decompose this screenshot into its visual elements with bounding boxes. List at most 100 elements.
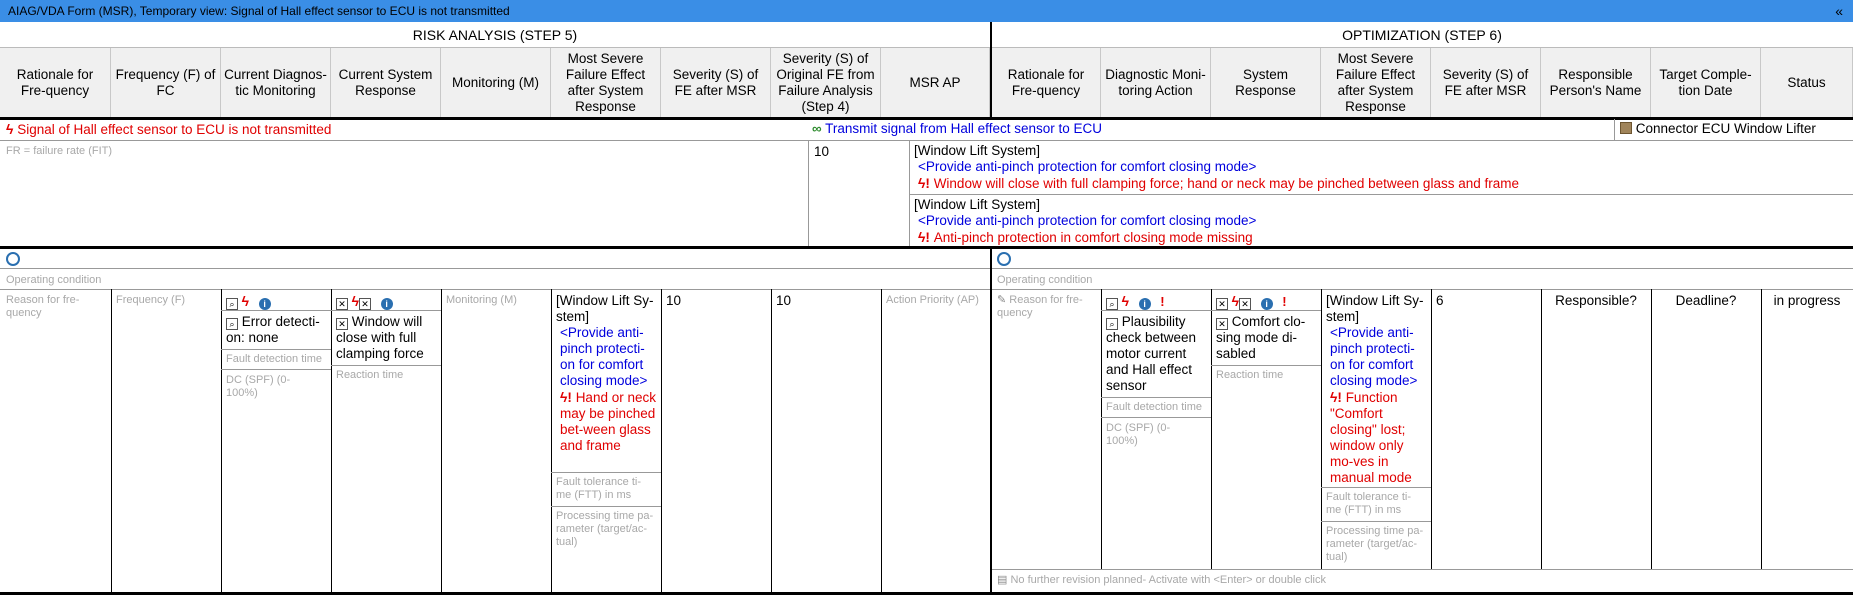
info-icon[interactable]: i [1138, 298, 1151, 310]
reaction-time-field[interactable]: Reaction time [336, 369, 438, 382]
search-icon: ⌕ [1106, 318, 1118, 330]
failure-cause-row[interactable]: ϟ Signal of Hall effect sensor to ECU is… [6, 121, 806, 139]
close-box-icon: ✕ [336, 298, 348, 310]
opt-fault-detection-time-field[interactable]: Fault detection time [1106, 401, 1208, 414]
dc-spf-field[interactable]: DC (SPF) (0-100%) [226, 374, 316, 400]
col-header-opt-system-response[interactable]: System Response [1211, 48, 1321, 118]
col-header-opt-most-severe-effect[interactable]: Most Severe Failure Effect after System … [1321, 48, 1431, 118]
frequency-field[interactable]: Frequency (F) [116, 294, 216, 307]
col-header-status[interactable]: Status [1761, 48, 1853, 118]
opt-system-response-cell[interactable]: ✕ Comfort clo-sing mode di-sabled [1216, 314, 1318, 362]
search-icon: ⌕ [226, 318, 238, 330]
monitoring-field[interactable]: Monitoring (M) [446, 294, 546, 307]
warning-icon[interactable]: ! [1160, 294, 1164, 309]
risk-analysis-header: RISK ANALYSIS (STEP 5) [0, 22, 990, 48]
col-header-severity-original[interactable]: Severity (S) of Original FE from Failure… [771, 48, 881, 118]
col-header-system-response[interactable]: Current System Response [331, 48, 441, 118]
col-header-most-severe-effect[interactable]: Most Severe Failure Effect after System … [551, 48, 661, 118]
effect-2-system: [Window Lift System] [914, 197, 1041, 212]
target-date-value[interactable]: Deadline? [1651, 293, 1761, 309]
failure-effect-2[interactable]: [Window Lift System] <Provide anti-pinch… [914, 197, 1849, 246]
info-icon[interactable]: i [1260, 298, 1273, 310]
col-header-monitoring[interactable]: Monitoring (M) [441, 48, 551, 118]
opt-processing-time-field[interactable]: Processing time pa-rameter (target/ac-tu… [1326, 525, 1426, 564]
opt-diagnostic-text: Plausibility check between motor current… [1106, 314, 1197, 393]
search-icon: ⌕ [226, 298, 238, 310]
pencil-icon: ✎ [997, 294, 1007, 306]
operating-condition-risk[interactable]: Operating condition [6, 274, 101, 287]
effect-1-failure: Window will close with full clamping for… [933, 176, 1519, 191]
current-diagnostic-cell[interactable]: ⌕ Error detecti-on: none [226, 314, 328, 346]
lightning-icon: ϟ [241, 293, 250, 309]
close-box-icon: ✕ [336, 318, 348, 330]
opt-dc-spf-field[interactable]: DC (SPF) (0-100%) [1106, 422, 1196, 448]
failure-cause-text: Signal of Hall effect sensor to ECU is n… [17, 122, 332, 137]
clipboard-icon: ▤ [997, 574, 1008, 586]
close-box-icon: ✕ [1216, 318, 1228, 330]
reason-for-frequency-field[interactable]: Reason for fre-quency [6, 294, 106, 320]
warning-icon: ! [1337, 390, 1342, 405]
opt-reaction-time-field[interactable]: Reaction time [1216, 369, 1318, 382]
link-icon: ∞ [812, 121, 822, 136]
opt-effect-function: <Provide anti-pinch protecti-on for comf… [1330, 325, 1418, 388]
current-system-response-cell[interactable]: ✕ Window will close with full clamping f… [336, 314, 438, 362]
system-response-text: Window will close with full clamping for… [336, 314, 424, 361]
fault-detection-time-field[interactable]: Fault detection time [226, 353, 328, 366]
opt-effect-system: [Window Lift Sy-stem] [1326, 293, 1424, 324]
col-header-rationale[interactable]: Rationale for Fre-quency [0, 48, 111, 118]
steering-wheel-icon [6, 252, 20, 266]
collapse-icon[interactable]: « [1835, 0, 1843, 22]
opt-severity-value[interactable]: 6 [1436, 293, 1536, 309]
component-icon [1620, 122, 1632, 134]
severity-original-value[interactable]: 10 [776, 293, 876, 309]
diagnostic-text: Error detecti-on: none [226, 314, 320, 345]
processing-time-field[interactable]: Processing time pa-rameter (target/ac-tu… [556, 510, 656, 549]
status-value[interactable]: in progress [1761, 293, 1853, 309]
warning-icon[interactable]: ! [1282, 294, 1286, 309]
element-row[interactable]: Connector ECU Window Lifter [1620, 121, 1852, 139]
function-row[interactable]: ∞ Transmit signal from Hall effect senso… [812, 121, 1612, 139]
effect-1-system: [Window Lift System] [914, 143, 1041, 158]
col-header-opt-rationale[interactable]: Rationale for Fre-quency [990, 48, 1101, 118]
lightning-icon: ϟ [1231, 293, 1240, 309]
col-header-severity-msr[interactable]: Severity (S) of FE after MSR [661, 48, 771, 118]
ftt-field[interactable]: Fault tolerance ti-me (FTT) in ms [556, 476, 656, 502]
warning-icon: ! [567, 390, 572, 405]
steering-wheel-icon [997, 252, 1011, 266]
info-icon[interactable]: i [258, 298, 271, 310]
lightning-icon: ϟ [351, 293, 360, 309]
effect-function: <Provide anti-pinch protecti-on for comf… [560, 325, 648, 388]
function-text: Transmit signal from Hall effect sensor … [825, 121, 1102, 136]
col-header-msr-ap[interactable]: MSR AP [881, 48, 990, 118]
action-priority-field[interactable]: Action Priority (AP) [886, 294, 986, 307]
severity-value[interactable]: 10 [814, 144, 874, 160]
failure-rate-field[interactable]: FR = failure rate (FIT) [6, 145, 606, 158]
col-header-frequency[interactable]: Frequency (F) of FC [111, 48, 221, 118]
opt-diagnostic-action-cell[interactable]: ⌕ Plausibility check between motor curre… [1106, 314, 1208, 394]
system-response-icons: ✕ ϟ ✕ i [336, 293, 436, 310]
opt-reason-for-frequency-field[interactable]: ✎ Reason for fre-quency [997, 294, 1097, 320]
opt-ftt-field[interactable]: Fault tolerance ti-me (FTT) in ms [1326, 491, 1426, 517]
col-header-target-date[interactable]: Target Comple-tion Date [1651, 48, 1761, 118]
opt-most-severe-effect-cell[interactable]: [Window Lift Sy-stem] <Provide anti-pinc… [1326, 293, 1428, 486]
col-header-diagnostic[interactable]: Current Diagnos-tic Monitoring [221, 48, 331, 118]
warning-icon: ! [925, 230, 930, 245]
optimization-header: OPTIMIZATION (STEP 6) [991, 22, 1853, 48]
info-icon[interactable]: i [380, 298, 393, 310]
operating-condition-opt[interactable]: Operating condition [997, 274, 1092, 287]
effect-system: [Window Lift Sy-stem] [556, 293, 654, 324]
opt-effect-failure: Function "Comfort closing" lost; window … [1330, 390, 1412, 485]
col-header-opt-diagnostic[interactable]: Diagnostic Moni-toring Action [1101, 48, 1211, 118]
severity-after-msr-value[interactable]: 10 [666, 293, 766, 309]
search-icon: ⌕ [1106, 298, 1118, 310]
window-title: AIAG/VDA Form (MSR), Temporary view: Sig… [8, 4, 510, 18]
effect-failure: Hand or neck may be pinched bet-ween gla… [560, 390, 656, 453]
element-text: Connector ECU Window Lifter [1635, 121, 1816, 136]
most-severe-effect-cell[interactable]: [Window Lift Sy-stem] <Provide anti-pinc… [556, 293, 658, 454]
col-header-opt-severity[interactable]: Severity (S) of FE after MSR [1431, 48, 1541, 118]
revision-footer[interactable]: ▤ No further revision planned- Activate … [997, 574, 1847, 587]
col-header-responsible[interactable]: Responsible Person's Name [1541, 48, 1651, 118]
failure-effect-1[interactable]: [Window Lift System] <Provide anti-pinch… [914, 143, 1849, 192]
responsible-person-value[interactable]: Responsible? [1541, 293, 1651, 309]
effect-2-function: <Provide anti-pinch protection for comfo… [918, 213, 1257, 228]
